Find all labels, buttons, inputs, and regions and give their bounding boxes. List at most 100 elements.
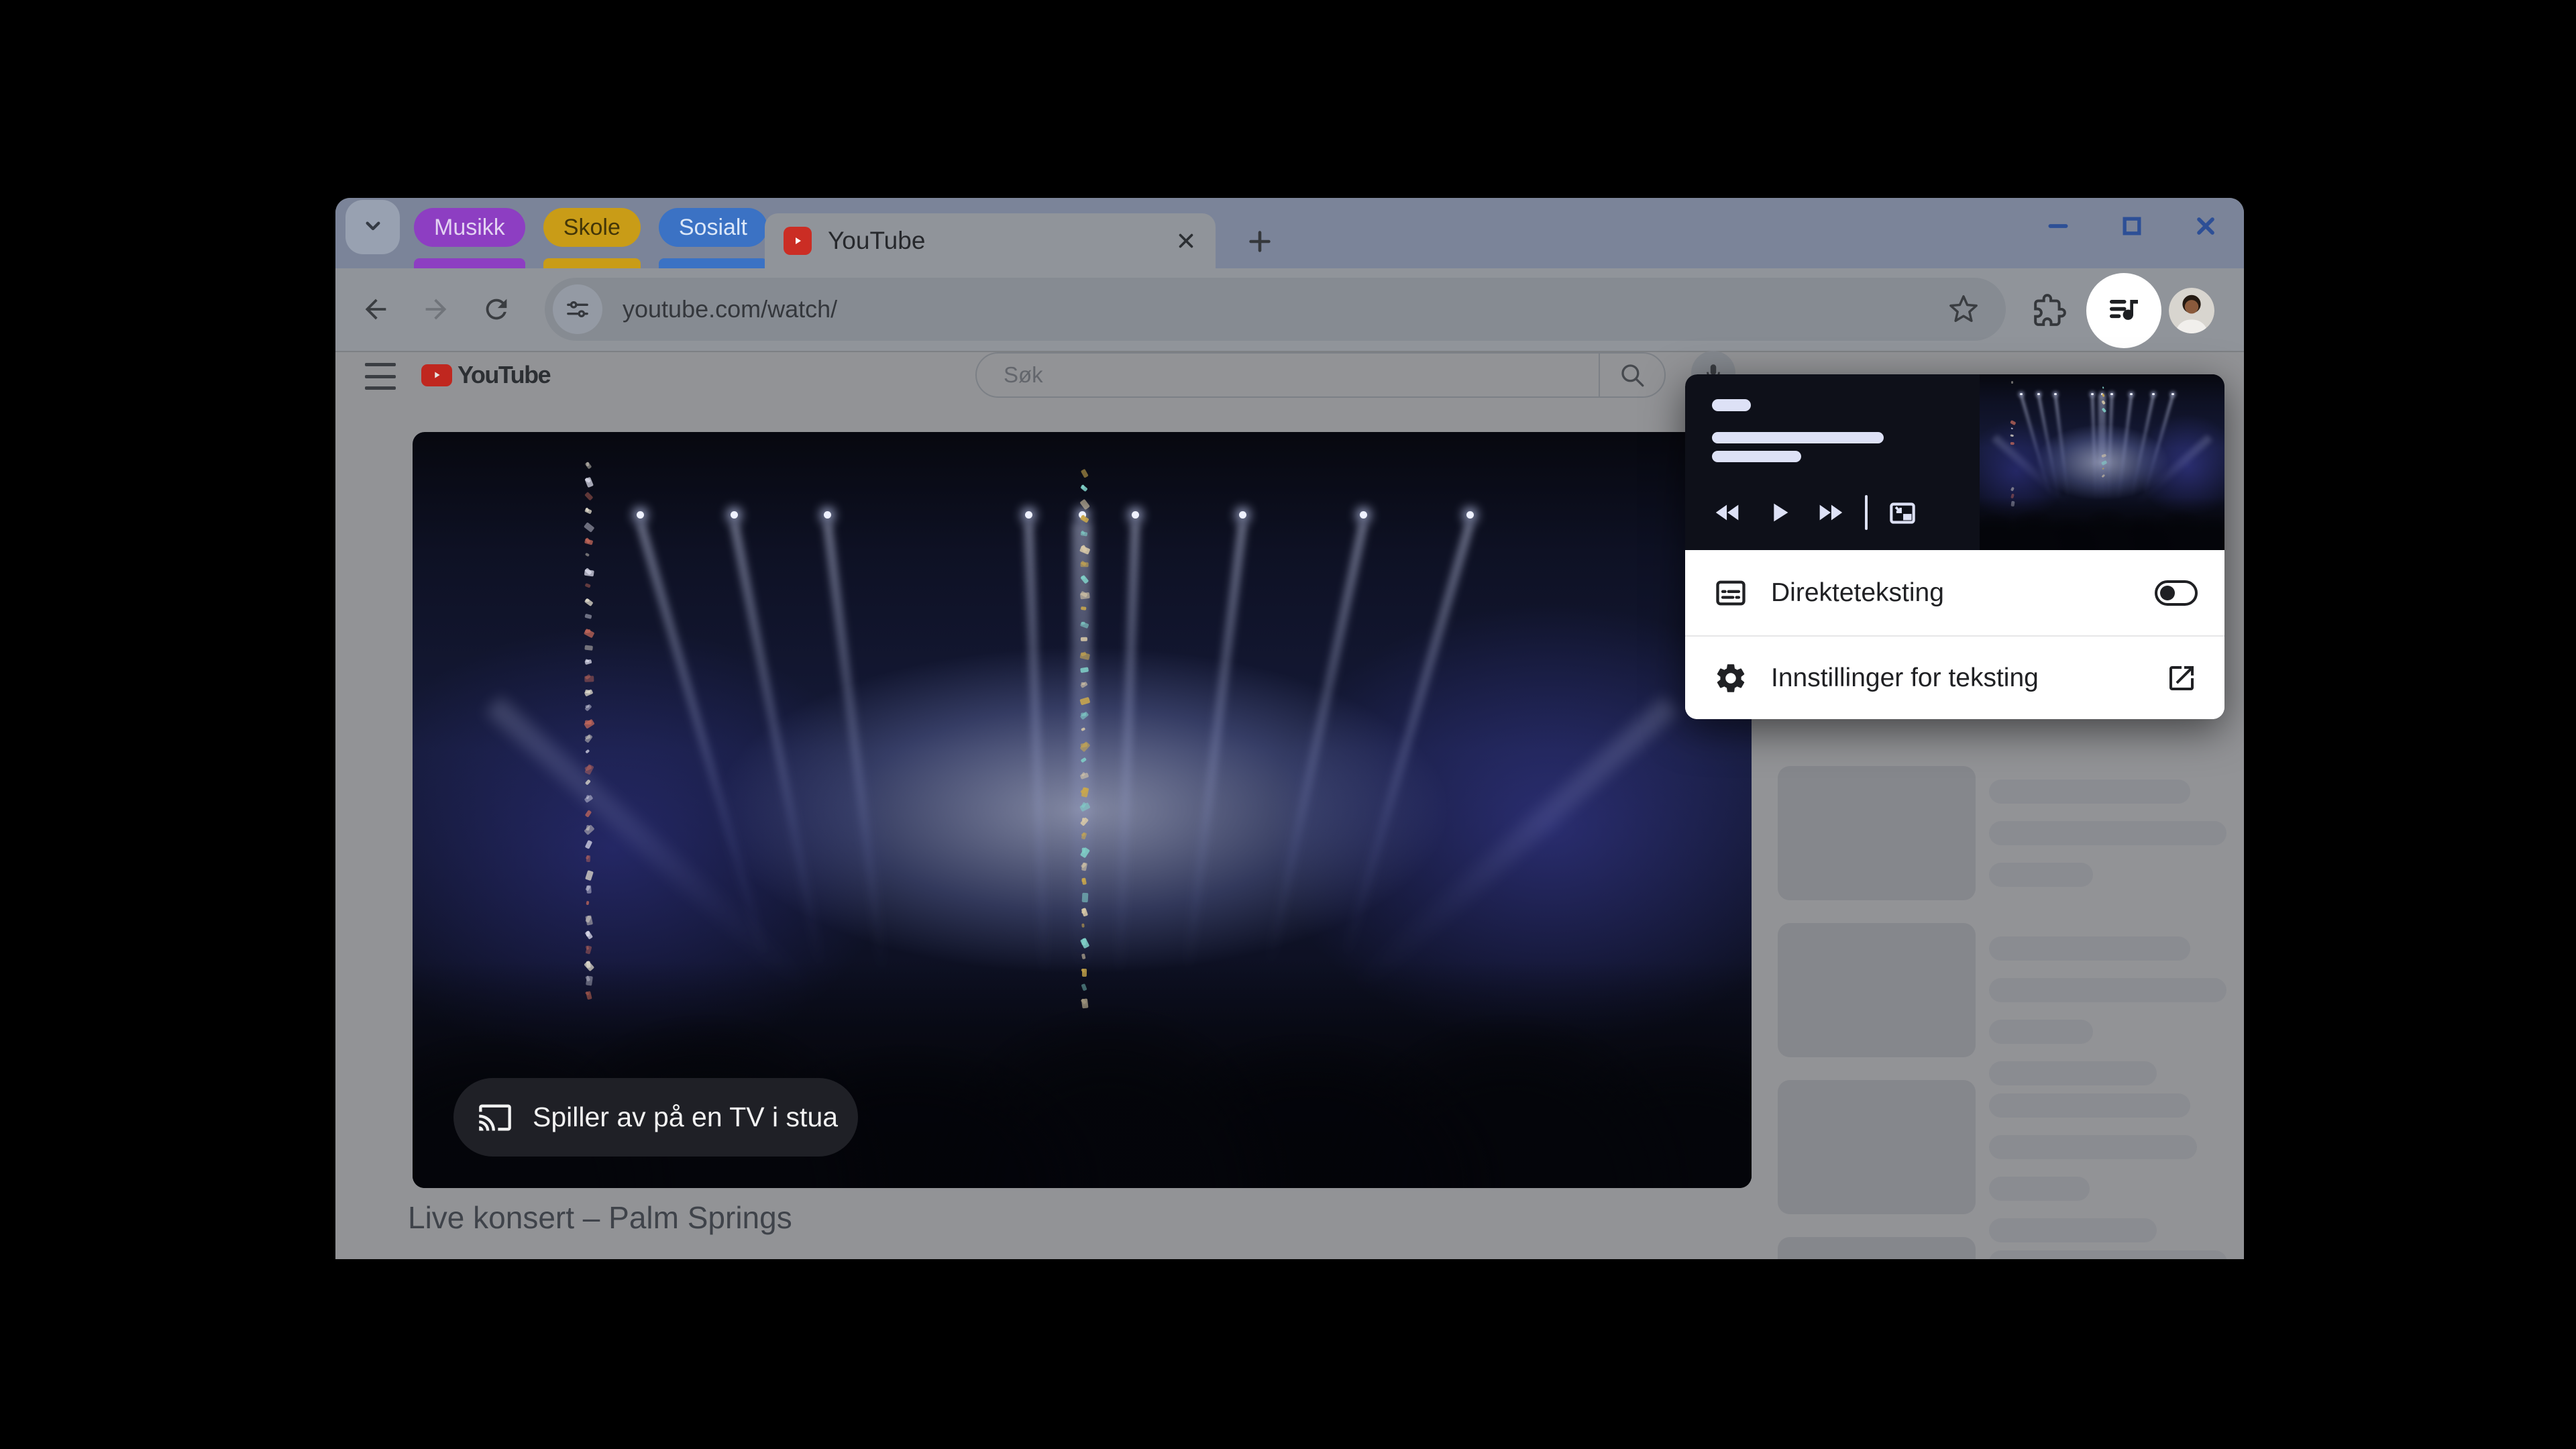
stage-light xyxy=(1239,511,1247,519)
skeleton-text-line xyxy=(1989,978,2226,1002)
youtube-favicon-icon xyxy=(784,227,812,255)
caption-settings-label: Innstillinger for teksting xyxy=(1771,663,2039,692)
stage-light-beam xyxy=(1116,523,1140,977)
skeleton-text-line xyxy=(1989,863,2093,887)
media-controls-button[interactable] xyxy=(2086,273,2161,348)
skeleton-thumbnail xyxy=(1778,1237,1976,1259)
new-tab-button[interactable] xyxy=(1238,220,1281,263)
url-text: youtube.com/watch/ xyxy=(623,295,838,323)
address-bar[interactable]: youtube.com/watch/ xyxy=(545,278,2006,341)
confetti-speck xyxy=(1081,637,1087,642)
play-icon[interactable] xyxy=(1754,492,1805,533)
suggestion-skeleton-item xyxy=(1778,1080,2244,1242)
suggestion-skeleton-item xyxy=(1778,923,2244,1085)
skeleton-text-line xyxy=(1989,780,2190,804)
tab-group-chip-skole[interactable]: Skole xyxy=(543,208,641,278)
stage-light xyxy=(730,511,738,519)
confetti-speck xyxy=(1080,469,1089,479)
media-controls-popup: Direkteteksting Innstillinger for teksti… xyxy=(1685,374,2224,719)
cast-status-overlay: Spiller av på en TV i stua xyxy=(453,1078,858,1157)
previous-track-icon[interactable] xyxy=(1703,492,1754,533)
stage-light xyxy=(1132,511,1140,519)
tab-group-chip-musikk[interactable]: Musikk xyxy=(414,208,525,278)
skeleton-text-line xyxy=(1989,1093,2190,1118)
stage-light xyxy=(636,511,644,519)
media-skeleton-bar xyxy=(1712,432,1884,443)
live-caption-toggle[interactable] xyxy=(2155,580,2198,606)
search-input[interactable] xyxy=(1002,362,1599,388)
stage-light-beam xyxy=(2130,395,2155,499)
confetti-speck xyxy=(2010,427,2014,429)
confetti-speck xyxy=(1079,515,1089,524)
tab-close-icon[interactable] xyxy=(1171,226,1201,256)
gear-icon xyxy=(1713,661,1748,696)
browser-window: Musikk Skole Sosialt YouTube youtube.com… xyxy=(335,198,2244,1259)
tab-youtube[interactable]: YouTube xyxy=(765,213,1216,268)
suggestion-skeleton-item xyxy=(1778,1237,2244,1259)
tab-title: YouTube xyxy=(828,227,926,254)
confetti-speck xyxy=(584,645,594,651)
skeleton-text-line xyxy=(1989,936,2190,961)
album-art xyxy=(1980,374,2224,550)
stage-light-beam xyxy=(2090,395,2098,501)
reload-icon[interactable] xyxy=(478,290,515,328)
youtube-search-bar xyxy=(975,352,1666,398)
confetti-speck xyxy=(586,900,590,905)
confetti-speck xyxy=(586,885,592,894)
confetti-speck xyxy=(585,809,592,818)
confetti-speck xyxy=(585,462,592,470)
video-player[interactable]: Spiller av på en TV i stua xyxy=(413,432,1752,1188)
maximize-button[interactable] xyxy=(2117,211,2147,241)
confetti-speck xyxy=(586,855,591,863)
suggestion-skeleton-item xyxy=(1778,766,2244,900)
bookmark-star-icon[interactable] xyxy=(1948,294,1979,325)
confetti-speck xyxy=(585,614,592,620)
stage-light-beam xyxy=(1024,523,1049,977)
confetti-speck xyxy=(584,569,595,577)
media-skeleton-bar xyxy=(1712,399,1751,411)
extensions-puzzle-icon[interactable] xyxy=(2029,290,2070,331)
menu-hamburger-icon[interactable] xyxy=(365,363,396,390)
confetti-speck xyxy=(584,492,594,501)
confetti-speck xyxy=(2010,420,2017,426)
confetti-speck xyxy=(1079,499,1090,511)
confetti-speck xyxy=(2010,441,2015,445)
back-icon[interactable] xyxy=(357,290,394,328)
live-caption-row[interactable]: Direkteteksting xyxy=(1685,550,2224,637)
search-button[interactable] xyxy=(1599,354,1664,396)
confetti-speck xyxy=(585,553,590,557)
media-skeleton-bar xyxy=(1712,451,1801,462)
confetti-speck xyxy=(585,839,594,849)
stage-light-beam xyxy=(1183,522,1246,974)
close-window-button[interactable] xyxy=(2191,211,2220,241)
confetti-speck xyxy=(2010,486,2015,492)
profile-avatar[interactable] xyxy=(2169,288,2214,333)
skeleton-text-line xyxy=(1989,821,2226,845)
skeleton-thumbnail xyxy=(1778,1080,1976,1214)
confetti-speck xyxy=(1080,484,1088,492)
site-info-icon[interactable] xyxy=(553,284,602,334)
confetti-speck xyxy=(584,763,594,775)
tab-group-label: Musikk xyxy=(434,214,505,240)
stage-light-beam xyxy=(2106,395,2114,501)
video-title: Live konsert – Palm Springs xyxy=(408,1200,792,1235)
confetti-speck xyxy=(586,915,594,926)
confetti-speck xyxy=(584,507,593,515)
stage-light-beam xyxy=(2117,395,2133,500)
youtube-logo[interactable]: YouTube xyxy=(421,361,551,389)
caption-settings-row[interactable]: Innstillinger for teksting xyxy=(1685,637,2224,719)
playlist-music-icon xyxy=(2105,290,2143,331)
confetti-speck xyxy=(1081,893,1089,903)
tab-search-button[interactable] xyxy=(345,200,400,254)
youtube-logo-text: YouTube xyxy=(458,361,551,388)
tab-group-chip-sosialt[interactable]: Sosialt xyxy=(658,208,767,278)
forward-icon[interactable] xyxy=(417,290,455,328)
picture-in-picture-icon[interactable] xyxy=(1877,492,1928,533)
confetti-speck xyxy=(585,583,592,588)
minimize-button[interactable] xyxy=(2043,211,2073,241)
browser-toolbar: youtube.com/watch/ xyxy=(335,268,2244,352)
skeleton-text-line xyxy=(1989,1020,2093,1044)
confetti-speck xyxy=(585,749,590,754)
youtube-logo-icon xyxy=(421,364,452,386)
next-track-icon[interactable] xyxy=(1805,492,1856,533)
